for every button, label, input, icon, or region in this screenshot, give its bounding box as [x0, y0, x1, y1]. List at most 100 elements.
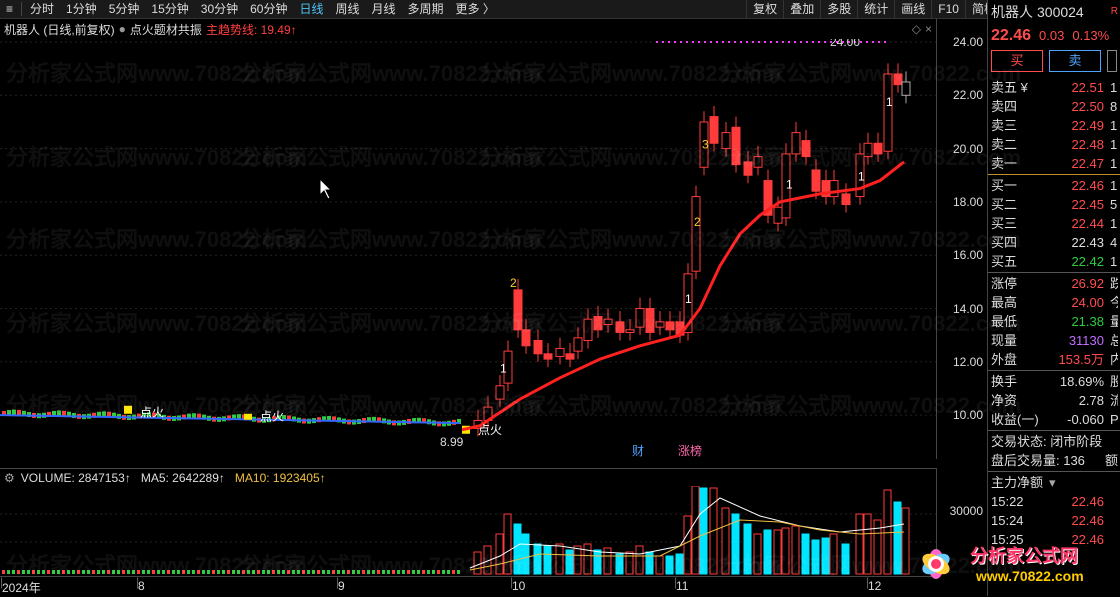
- volume-bar: [377, 570, 380, 574]
- toolbar-button-5[interactable]: F10: [931, 0, 965, 18]
- volume-bar: [392, 570, 395, 574]
- date-tick-mark: |: [866, 575, 870, 589]
- period-tabs: 分时 1分钟 5分钟 15分钟 30分钟 60分钟 日线 周线 月线 多周期 更多 〉: [24, 0, 501, 18]
- gear-icon[interactable]: ⚙: [4, 471, 15, 485]
- period-tab-8[interactable]: 月线: [366, 0, 402, 18]
- period-tab-0[interactable]: 分时: [24, 0, 60, 18]
- after-volume-text: 盘后交易量: 136: [991, 453, 1085, 468]
- price-tick: 20.00: [952, 141, 983, 156]
- close-icon[interactable]: ×: [925, 22, 932, 36]
- candlestick-svg[interactable]: 24.008.99点火 点火点火21321111财 涨榜: [0, 35, 936, 459]
- volume-bar: [252, 570, 255, 574]
- ma10-value: MA10: 1923405↑: [234, 471, 326, 485]
- stock-code: 300024: [1037, 4, 1084, 20]
- volume-bar: [57, 570, 60, 574]
- volume-bar: [167, 570, 170, 574]
- volume-bar: [615, 553, 624, 575]
- volume-bar: [297, 570, 300, 574]
- quote-row-extra: 1: [1110, 156, 1118, 171]
- net-inflow-row[interactable]: 主力净额 ▾: [988, 473, 1120, 492]
- quote-row-value: 153.5万: [1058, 352, 1104, 367]
- volume-bar: [112, 570, 115, 574]
- site-logo: 分析家公式网 www.70822.com: [906, 536, 1116, 592]
- period-tab-7[interactable]: 周线: [330, 0, 366, 18]
- volume-bar: [372, 570, 375, 574]
- volume-bar: [743, 523, 752, 575]
- top-toolbar: ≡ 分时 1分钟 5分钟 15分钟 30分钟 60分钟 日线 周线 月线 多周期 更多 〉 复权 叠加…: [0, 0, 1120, 19]
- volume-bar: [821, 537, 830, 575]
- volume-bar: [337, 570, 340, 574]
- quote-row-label: 最高: [991, 295, 1018, 310]
- quote-row: 买四 22.43 4: [988, 233, 1120, 252]
- date-tick-mark: |: [510, 575, 514, 589]
- volume-bar: [645, 551, 654, 575]
- period-tab-9[interactable]: 多周期: [402, 0, 450, 18]
- quote-row: 卖三 22.49 1: [988, 116, 1120, 135]
- volume-bar: [437, 570, 440, 574]
- quote-row-extra: 1: [1110, 178, 1118, 193]
- toolbar-button-4[interactable]: 画线: [894, 0, 931, 18]
- quote-row: 净资 2.78 流: [988, 391, 1120, 410]
- more-button[interactable]: [1107, 50, 1117, 72]
- candlestick-chart[interactable]: 24.00 8.99 点火 点火 点火 2 1 3 2 1 1 1 1 财涨榜: [0, 35, 936, 459]
- quote-row-extra: 总: [1110, 333, 1118, 348]
- dianhuo-label: 点火: [478, 423, 502, 437]
- buy-button[interactable]: 买: [991, 50, 1043, 72]
- current-price: 22.46: [991, 27, 1032, 44]
- sell-button[interactable]: 卖: [1049, 50, 1101, 72]
- quote-row-value: 22.49: [1071, 118, 1104, 133]
- volume-bar: [192, 570, 195, 574]
- volume-bar: [277, 570, 280, 574]
- quote-row: 卖四 22.50 8: [988, 97, 1120, 116]
- quote-row-value: 22.50: [1071, 99, 1104, 114]
- dianhuo-marker: [124, 405, 132, 414]
- menu-icon[interactable]: ≡: [0, 0, 19, 18]
- diamond-icon[interactable]: ◇: [912, 22, 921, 36]
- quote-header: 机器人 300024 R: [988, 0, 1120, 24]
- volume-chart[interactable]: [0, 485, 936, 576]
- toolbar-button-3[interactable]: 统计: [857, 0, 894, 18]
- quote-row-extra: 股: [1110, 374, 1118, 389]
- toolbar-button-0[interactable]: 复权: [746, 0, 783, 18]
- period-tab-3[interactable]: 15分钟: [145, 0, 194, 18]
- quote-stats: 涨停 26.92 跌最高 24.00 今最低 21.38 量现量 31130 总外盘 153.5万…: [988, 274, 1120, 369]
- trade-state: 交易状态: 闭市阶段: [988, 432, 1120, 451]
- candle-body: [873, 142, 883, 155]
- period-tab-1[interactable]: 1分钟: [60, 0, 103, 18]
- chevron-down-icon[interactable]: ▾: [1049, 473, 1056, 492]
- volume-bar: [312, 570, 315, 574]
- count-label: 1: [886, 95, 893, 109]
- candle: [62, 410, 66, 416]
- toolbar-button-2[interactable]: 多股: [820, 0, 857, 18]
- volume-bar: [267, 570, 270, 574]
- price-pct: 0.13%: [1072, 28, 1110, 43]
- volume-bar: [262, 570, 265, 574]
- candle-body: [801, 140, 811, 158]
- volume-bar: [412, 570, 415, 574]
- period-tab-6[interactable]: 日线: [293, 0, 329, 18]
- quote-row-label: 最低: [991, 314, 1018, 329]
- quote-row: 现量 31130 总: [988, 331, 1120, 350]
- volume-bar: [357, 570, 360, 574]
- volume-bar: [521, 533, 530, 575]
- chart-info-bar: 机器人 (日线,前复权) ● 点火题材共振 主趋势线: 19.49↑ ◇ ×: [0, 19, 936, 39]
- period-tab-4[interactable]: 30分钟: [195, 0, 244, 18]
- volume-bar: [473, 551, 482, 575]
- candle-body: [709, 116, 719, 144]
- volume-bar: [342, 570, 345, 574]
- period-tab-2[interactable]: 5分钟: [103, 0, 146, 18]
- volume-bar: [402, 570, 405, 574]
- candle-body: [893, 73, 903, 86]
- period-tab-5[interactable]: 60分钟: [244, 0, 293, 18]
- period-tab-10[interactable]: 更多 〉: [450, 0, 501, 18]
- candle-body: [603, 318, 613, 325]
- volume-bar: [217, 570, 220, 574]
- toolbar-button-1[interactable]: 叠加: [783, 0, 820, 18]
- volume-bar: [457, 570, 460, 574]
- indicator-name[interactable]: 点火题材共振: [130, 21, 202, 38]
- indicator-dot-icon[interactable]: ●: [119, 22, 126, 36]
- volume-bar: [675, 553, 684, 575]
- volume-header: ⚙ VOLUME: 2847153↑ MA5: 2642289↑ MA10: 1…: [0, 468, 936, 487]
- candle-body: [691, 196, 701, 272]
- volume-svg[interactable]: [0, 485, 936, 576]
